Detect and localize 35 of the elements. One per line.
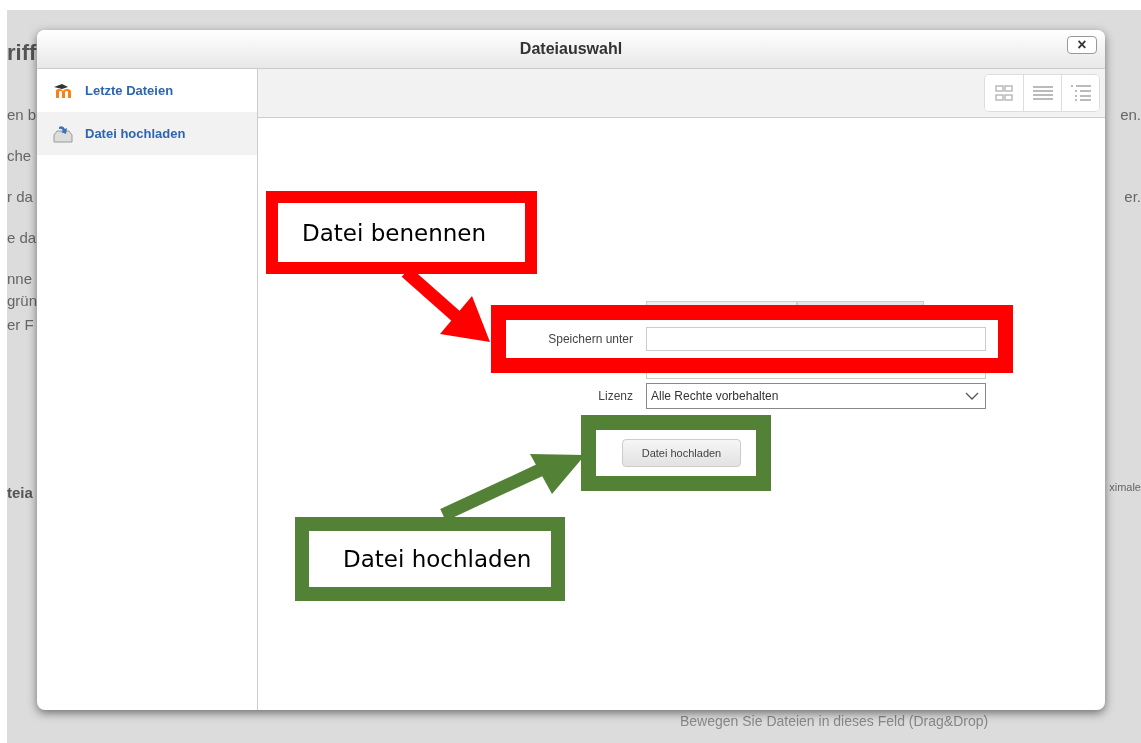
dialog-title: Dateiauswahl [519,40,623,58]
view-button[interactable] [1061,75,1099,111]
field-label: Lizenz [597,389,633,403]
page-text: en. [1120,106,1141,124]
page-heading: riff [7,40,38,67]
page-text: nne [7,270,34,288]
sidebar-label: Datei hochladen [85,126,186,141]
tree-view-icon [1070,85,1091,101]
upload-button[interactable]: Datei hochladen [622,439,741,467]
input-field[interactable] [646,373,986,379]
logo-icon [53,83,73,98]
sidebar-item[interactable]: Datei hochladen [37,112,257,155]
page-text: er F [7,316,35,334]
browse-button[interactable] [797,301,924,306]
page-text: r da [7,188,34,206]
page-text: er. [1124,188,1141,206]
page-text: en b [7,106,38,124]
sidebar-label: Letzte Dateien [85,83,174,98]
page-text: grün [7,292,39,310]
list-view-icon [1032,86,1053,100]
callout: Datei hochladen [295,517,565,601]
section-heading: teia [7,484,34,501]
file-path-field[interactable] [646,301,797,306]
upload-icon [53,124,73,143]
page-text: che [7,147,33,165]
field-label: Speichern unter [547,332,633,346]
close-button[interactable]: × [1067,36,1097,54]
chevron-down-icon [965,392,979,400]
page-text: e da [7,229,38,247]
input-field[interactable] [646,327,986,351]
license-select[interactable]: Alle Rechte vorbehalten [646,383,986,409]
dropzone-hint: Bewegen Sie Dateien in dieses Feld (Drag&Drop) [680,713,989,729]
grid-view-icon [995,85,1013,101]
page-text: ximale [1109,480,1141,495]
callout: Datei benennen [266,191,537,274]
